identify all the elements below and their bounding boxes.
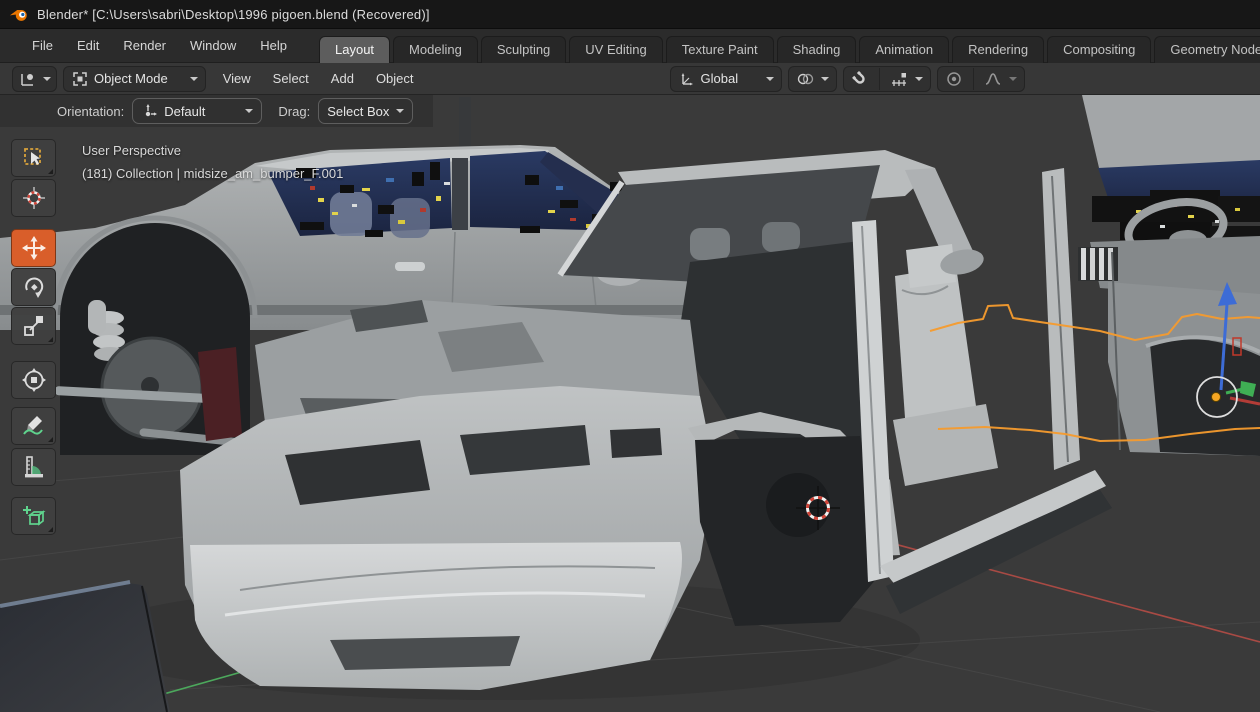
- chevron-down-icon: [766, 77, 774, 81]
- tool-cursor[interactable]: [11, 179, 56, 217]
- select-box-icon: [21, 145, 47, 171]
- menu-render[interactable]: Render: [111, 34, 178, 57]
- annotate-icon: [21, 413, 47, 439]
- falloff-curve-icon: [984, 70, 1002, 88]
- chevron-down-icon: [190, 77, 198, 81]
- orientation-label: Orientation:: [57, 104, 124, 119]
- magnet-icon: [851, 70, 869, 88]
- object-mode-icon: [71, 70, 89, 88]
- blender-logo-icon: [9, 7, 29, 22]
- proportional-edit-controls[interactable]: [937, 66, 1025, 92]
- transform-icon: [21, 367, 47, 393]
- divider: [973, 68, 974, 90]
- tab-compositing[interactable]: Compositing: [1047, 36, 1151, 63]
- axis-origin-icon: [141, 102, 159, 120]
- menu-add[interactable]: Add: [320, 67, 365, 90]
- snap-increment-icon: [890, 70, 908, 88]
- menu-view[interactable]: View: [212, 67, 262, 90]
- window-title: Blender* [C:\Users\sabri\Desktop\1996 pi…: [37, 7, 430, 22]
- workspace-tabs: Layout Modeling Sculpting UV Editing Tex…: [319, 29, 1260, 63]
- chevron-down-icon: [43, 77, 51, 81]
- chevron-down-icon: [245, 109, 253, 113]
- proportional-edit-icon: [945, 70, 963, 88]
- submenu-indicator: [48, 437, 53, 442]
- cursor-icon: [21, 185, 47, 211]
- tab-geometry-nodes[interactable]: Geometry Nodes: [1154, 36, 1260, 63]
- chevron-down-icon: [821, 77, 829, 81]
- menu-select[interactable]: Select: [262, 67, 320, 90]
- tab-layout[interactable]: Layout: [319, 36, 390, 63]
- tool-measure[interactable]: [11, 448, 56, 486]
- snap-controls[interactable]: [843, 66, 931, 92]
- add-cube-icon: [21, 503, 47, 529]
- drag-value: Select Box: [327, 104, 389, 119]
- tool-annotate[interactable]: [11, 407, 56, 445]
- orientation-global-label: Global: [701, 71, 739, 86]
- menu-window[interactable]: Window: [178, 34, 248, 57]
- submenu-indicator: [48, 169, 53, 174]
- viewport-header: Object Mode View Select Add Object Globa…: [0, 63, 1260, 95]
- orientation-dropdown[interactable]: Default: [132, 98, 262, 124]
- pivot-point-dropdown[interactable]: [788, 66, 837, 92]
- mode-label: Object Mode: [94, 71, 168, 86]
- tool-scale[interactable]: [11, 307, 56, 345]
- tool-add-cube[interactable]: [11, 497, 56, 535]
- divider: [879, 68, 880, 90]
- menu-edit[interactable]: Edit: [65, 34, 111, 57]
- viewport-canvas[interactable]: [0, 95, 1260, 712]
- chevron-down-icon: [915, 77, 923, 81]
- monitor-prop[interactable]: [0, 582, 170, 712]
- tool-select-box[interactable]: [11, 139, 56, 177]
- chevron-down-icon: [1009, 77, 1017, 81]
- drag-dropdown[interactable]: Select Box: [318, 98, 413, 124]
- submenu-indicator: [48, 337, 53, 342]
- orientation-gizmo-icon: [678, 70, 696, 88]
- chevron-down-icon: [396, 109, 404, 113]
- rotate-icon: [21, 274, 47, 300]
- title-bar: Blender* [C:\Users\sabri\Desktop\1996 pi…: [0, 0, 1260, 29]
- pivot-icon: [796, 70, 814, 88]
- tab-texture-paint[interactable]: Texture Paint: [666, 36, 774, 63]
- gizmo-center-dot: [1212, 393, 1221, 402]
- tab-uv-editing[interactable]: UV Editing: [569, 36, 662, 63]
- tool-settings-bar: Orientation: Default Drag: Select Box: [0, 95, 433, 127]
- scale-icon: [21, 313, 47, 339]
- menu-help[interactable]: Help: [248, 34, 299, 57]
- tab-sculpting[interactable]: Sculpting: [481, 36, 566, 63]
- orientation-value: Default: [164, 104, 205, 119]
- measure-icon: [21, 454, 47, 480]
- tab-shading[interactable]: Shading: [777, 36, 857, 63]
- submenu-indicator: [48, 527, 53, 532]
- topbar: File Edit Render Window Help Layout Mode…: [0, 29, 1260, 63]
- drag-label: Drag:: [278, 104, 310, 119]
- editor-3d-viewport-icon: [18, 70, 36, 88]
- tool-rotate[interactable]: [11, 268, 56, 306]
- tool-move[interactable]: [11, 229, 56, 267]
- mode-selector[interactable]: Object Mode: [63, 66, 206, 92]
- editor-type-button[interactable]: [12, 66, 57, 92]
- tab-rendering[interactable]: Rendering: [952, 36, 1044, 63]
- tab-animation[interactable]: Animation: [859, 36, 949, 63]
- menu-object[interactable]: Object: [365, 67, 425, 90]
- menu-file[interactable]: File: [20, 34, 65, 57]
- tab-modeling[interactable]: Modeling: [393, 36, 478, 63]
- tool-transform[interactable]: [11, 361, 56, 399]
- transform-orientation-dropdown[interactable]: Global: [670, 66, 783, 92]
- move-icon: [21, 235, 47, 261]
- blender-window: { "window": { "title": "Blender* [C:\\Us…: [0, 0, 1260, 712]
